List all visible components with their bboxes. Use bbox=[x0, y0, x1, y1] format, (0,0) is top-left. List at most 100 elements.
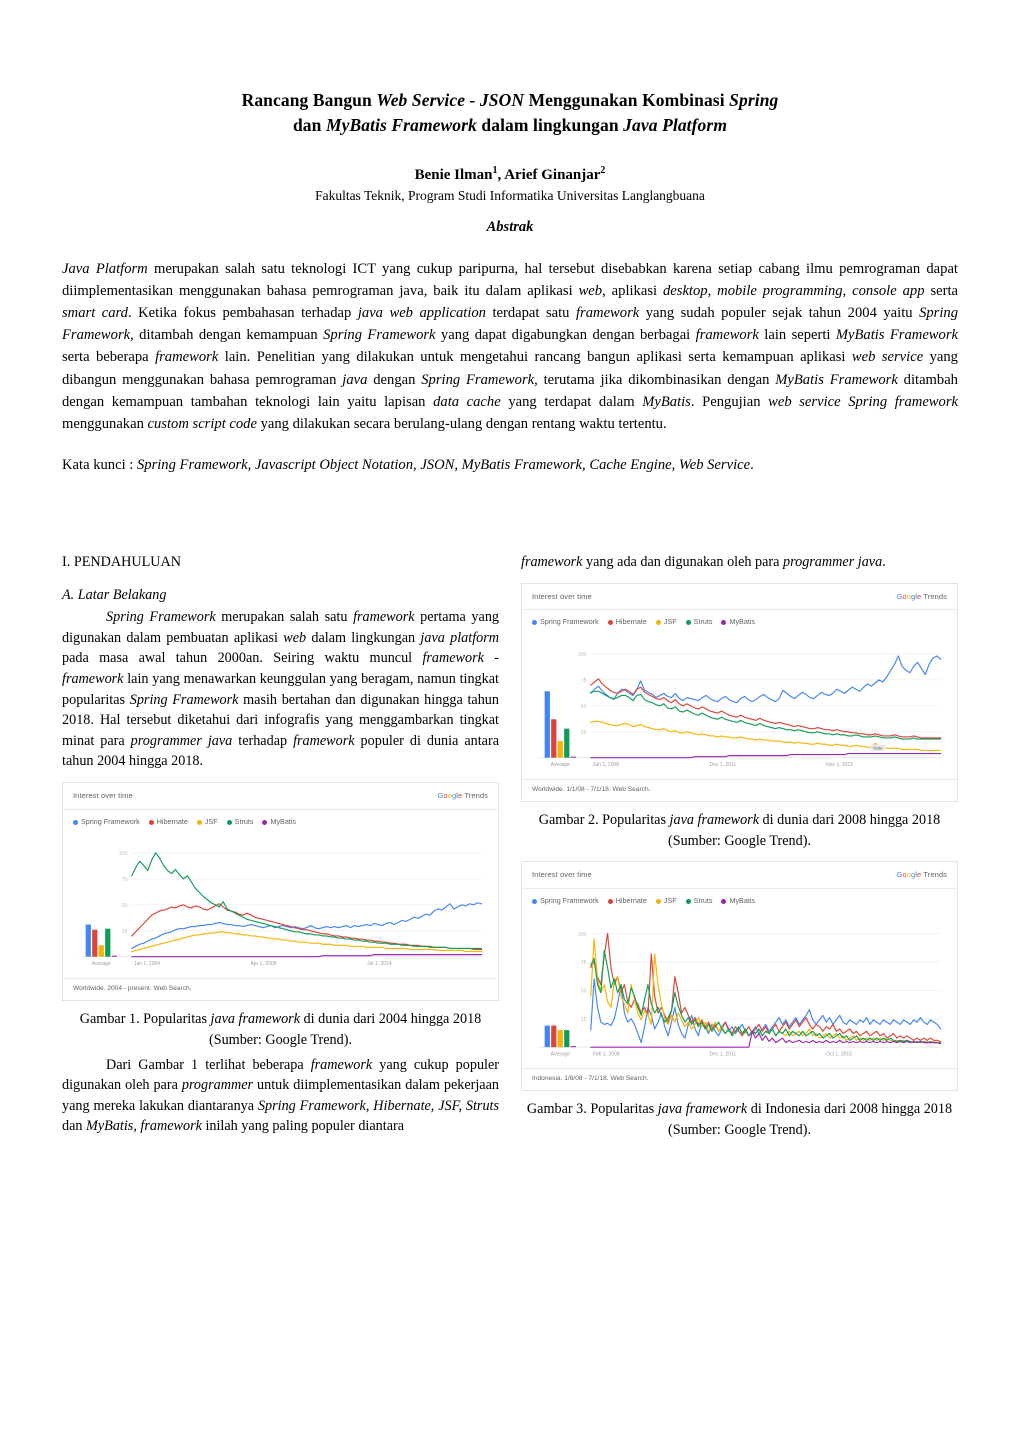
legend-item-spring-framework[interactable]: Spring Framework bbox=[73, 817, 140, 827]
svg-text:Apr 1, 2009: Apr 1, 2009 bbox=[250, 961, 276, 967]
svg-text:Jul 1, 2014: Jul 1, 2014 bbox=[367, 961, 392, 967]
legend-item-hibernate[interactable]: Hibernate bbox=[607, 896, 647, 906]
svg-text:75: 75 bbox=[581, 678, 587, 684]
chart-legend[interactable]: Spring Framework Hibernate JSF Struts My… bbox=[522, 610, 957, 631]
chart-title: Interest over time bbox=[73, 790, 133, 800]
google-trends-chart-gambar3[interactable]: Interest over time Google Trends Spring F… bbox=[521, 861, 958, 1092]
figure-caption-gambar1: Gambar 1. Popularitas java framework di … bbox=[79, 1011, 482, 1049]
legend-label: Struts bbox=[693, 617, 713, 627]
legend-item-jsf[interactable]: JSF bbox=[655, 896, 677, 906]
chart-footer: Worldwide. 2004 - present. Web Search. bbox=[63, 977, 498, 1001]
legend-item-mybatis[interactable]: MyBatis bbox=[721, 896, 755, 906]
legend-dot-icon bbox=[226, 819, 232, 825]
legend-dot-icon bbox=[532, 898, 537, 904]
keywords-label: Kata kunci : bbox=[62, 457, 137, 474]
legend-item-mybatis[interactable]: MyBatis bbox=[262, 817, 296, 827]
author-list: Benie Ilman1, Arief Ginanjar2 bbox=[90, 165, 930, 184]
svg-text:Average: Average bbox=[92, 961, 111, 967]
legend-dot-icon bbox=[73, 819, 78, 825]
title-emphasis: MyBatis Framework bbox=[325, 115, 477, 136]
chart-legend[interactable]: Spring Framework Hibernate JSF Struts My… bbox=[522, 889, 957, 910]
legend-label: Spring Framework bbox=[540, 896, 599, 906]
legend-label: Struts bbox=[234, 816, 254, 826]
legend-label: JSF bbox=[663, 617, 677, 627]
legend-item-struts[interactable]: Struts bbox=[685, 617, 713, 627]
chart-title: Interest over time bbox=[532, 591, 592, 601]
svg-text:Jan 1, 2004: Jan 1, 2004 bbox=[134, 961, 160, 967]
svg-text:75: 75 bbox=[581, 960, 587, 966]
legend-dot-icon bbox=[148, 819, 154, 825]
legend-dot-icon bbox=[655, 898, 661, 904]
abstract-heading: Abstrak bbox=[486, 218, 534, 235]
legend-item-hibernate[interactable]: Hibernate bbox=[607, 617, 647, 627]
svg-text:100: 100 bbox=[578, 931, 587, 937]
title-emphasis: Web Service - JSON bbox=[376, 90, 525, 110]
title-block: Rancang Bangun Web Service - JSON Menggu… bbox=[90, 88, 930, 236]
chart-legend[interactable]: Spring Framework Hibernate JSF Struts My… bbox=[63, 810, 498, 831]
chart-header: Interest over time Google Trends bbox=[522, 584, 957, 611]
svg-text:Feb 1, 2008: Feb 1, 2008 bbox=[593, 1051, 620, 1057]
legend-item-jsf[interactable]: JSF bbox=[196, 816, 218, 827]
legend-item-struts[interactable]: Struts bbox=[226, 816, 254, 827]
legend-label: JSF bbox=[204, 816, 218, 826]
svg-text:Average: Average bbox=[551, 1051, 570, 1057]
legend-dot-icon bbox=[196, 819, 202, 825]
svg-text:100: 100 bbox=[119, 852, 128, 858]
chart-header: Interest over time Google Trends bbox=[63, 783, 498, 810]
google-trends-chart-gambar2[interactable]: Interest over time Google Trends Spring F… bbox=[521, 582, 958, 803]
legend-item-jsf[interactable]: JSF bbox=[655, 617, 677, 627]
author-name: Benie Ilman bbox=[414, 166, 493, 183]
svg-text:Dec 1, 2011: Dec 1, 2011 bbox=[709, 762, 736, 768]
svg-text:Jan 1, 2008: Jan 1, 2008 bbox=[593, 762, 619, 768]
abstract-body: Java Platform merupakan salah satu tekno… bbox=[62, 260, 959, 432]
title-emphasis: Spring bbox=[729, 90, 779, 110]
svg-text:Average: Average bbox=[551, 762, 570, 768]
chart-footer: Indonesia. 1/6/08 - 7/1/18. Web Search. bbox=[522, 1067, 957, 1091]
chart-plot-area: 25 50 75 100 Average Feb 1, 2008 Dec 1, 2011 Oc… bbox=[522, 911, 957, 1068]
author-affiliation-marker: 2 bbox=[600, 164, 606, 176]
legend-dot-icon bbox=[262, 819, 268, 825]
body-columns: I. PENDAHULUAN A. Latar Belakang Spring … bbox=[0, 552, 1020, 1144]
title-text: Rancang Bangun bbox=[241, 90, 377, 110]
google-trends-logo: Google Trends bbox=[437, 790, 488, 800]
svg-text:75: 75 bbox=[122, 877, 128, 883]
legend-label: Hibernate bbox=[615, 617, 647, 627]
svg-text:50: 50 bbox=[122, 903, 128, 909]
legend-dot-icon bbox=[655, 620, 661, 626]
author-name: , Arief Ginanjar bbox=[497, 166, 601, 183]
google-trends-chart-gambar1[interactable]: Interest over time Google Trends Spring F… bbox=[62, 781, 499, 1002]
chart-svg: 25 50 75 100 Average Jan 1, 2004 Apr 1, 2009 Ju… bbox=[79, 852, 483, 967]
paragraph-continuation: framework yang ada dan digunakan oleh pa… bbox=[521, 554, 886, 570]
chart-plot-area: 25 50 75 100 Average Jan 1, 2004 Apr 1, 2009 Ju… bbox=[63, 831, 498, 978]
chart-svg: 25 50 75 100 Average Feb 1, 2008 Dec 1, 2011 Oc… bbox=[538, 931, 942, 1057]
chart-plot-area: 25 50 75 100 Average Jan 1, 2008 Dec 1, 2011 No… bbox=[522, 632, 957, 779]
svg-text:Note: Note bbox=[873, 745, 883, 750]
legend-dot-icon bbox=[607, 898, 613, 904]
legend-label: MyBatis bbox=[729, 896, 756, 906]
chart-svg: 25 50 75 100 Average Jan 1, 2008 Dec 1, 2011 No… bbox=[538, 652, 942, 768]
chart-footer: Worldwide. 1/1/08 - 7/1/18. Web Search. bbox=[522, 778, 957, 802]
legend-item-spring-framework[interactable]: Spring Framework bbox=[532, 896, 599, 906]
right-column: framework yang ada dan digunakan oleh pa… bbox=[521, 552, 958, 1144]
legend-item-struts[interactable]: Struts bbox=[685, 896, 712, 906]
google-trends-logo: Google Trends bbox=[896, 591, 947, 601]
legend-item-spring-framework[interactable]: Spring Framework bbox=[532, 617, 599, 627]
title-text: dan bbox=[292, 115, 326, 136]
title-text: Menggunakan Kombinasi bbox=[524, 90, 730, 110]
figure-caption-gambar2: Gambar 2. Popularitas java framework di … bbox=[538, 812, 941, 849]
title-text: dalam lingkungan bbox=[476, 115, 624, 136]
chart-header: Interest over time Google Trends bbox=[522, 862, 957, 890]
paragraph-latar-belakang: Spring Framework merupakan salah satu fr… bbox=[62, 609, 500, 770]
legend-dot-icon bbox=[685, 898, 691, 904]
legend-item-mybatis[interactable]: MyBatis bbox=[721, 617, 755, 627]
figure-caption-gambar3: Gambar 3. Popularitas java framework di … bbox=[526, 1101, 953, 1138]
svg-text:Oct 1, 2015: Oct 1, 2015 bbox=[826, 1051, 852, 1057]
legend-item-hibernate[interactable]: Hibernate bbox=[148, 817, 188, 827]
svg-text:Dec 1, 2011: Dec 1, 2011 bbox=[709, 1051, 736, 1057]
title-emphasis: Java Platform bbox=[623, 115, 728, 136]
keywords-value: Spring Framework, Javascript Object Nota… bbox=[136, 457, 751, 474]
legend-label: Hibernate bbox=[615, 896, 647, 906]
svg-text:25: 25 bbox=[581, 730, 587, 736]
paper-page: Rancang Bangun Web Service - JSON Menggu… bbox=[0, 0, 1020, 1442]
svg-text:100: 100 bbox=[578, 652, 587, 658]
